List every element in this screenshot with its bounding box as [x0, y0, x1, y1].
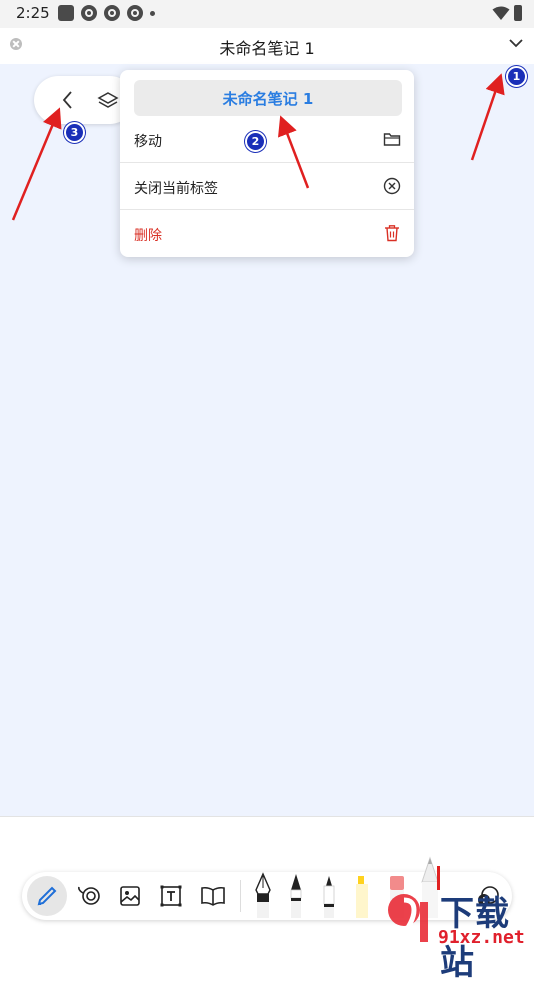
- book-icon[interactable]: [200, 884, 226, 908]
- toolbar-divider: [240, 880, 241, 912]
- fountain-pen-icon[interactable]: [252, 872, 274, 920]
- annotation-arrows: [11, 73, 505, 221]
- pen-icon[interactable]: [35, 884, 59, 908]
- watermark-url: 91xz.net: [438, 927, 525, 948]
- highlighter-icon[interactable]: [352, 872, 372, 920]
- annotation-marker-2: 2: [245, 131, 266, 152]
- marker-pen-icon[interactable]: [319, 872, 339, 920]
- ballpoint-pen-icon[interactable]: [286, 872, 306, 920]
- text-box-icon[interactable]: [159, 884, 183, 908]
- image-icon[interactable]: [118, 884, 142, 908]
- annotation-marker-3: 3: [64, 122, 85, 143]
- annotation-marker-1: 1: [506, 66, 527, 87]
- watermark-logo: [388, 894, 428, 942]
- lasso-icon[interactable]: [76, 884, 102, 908]
